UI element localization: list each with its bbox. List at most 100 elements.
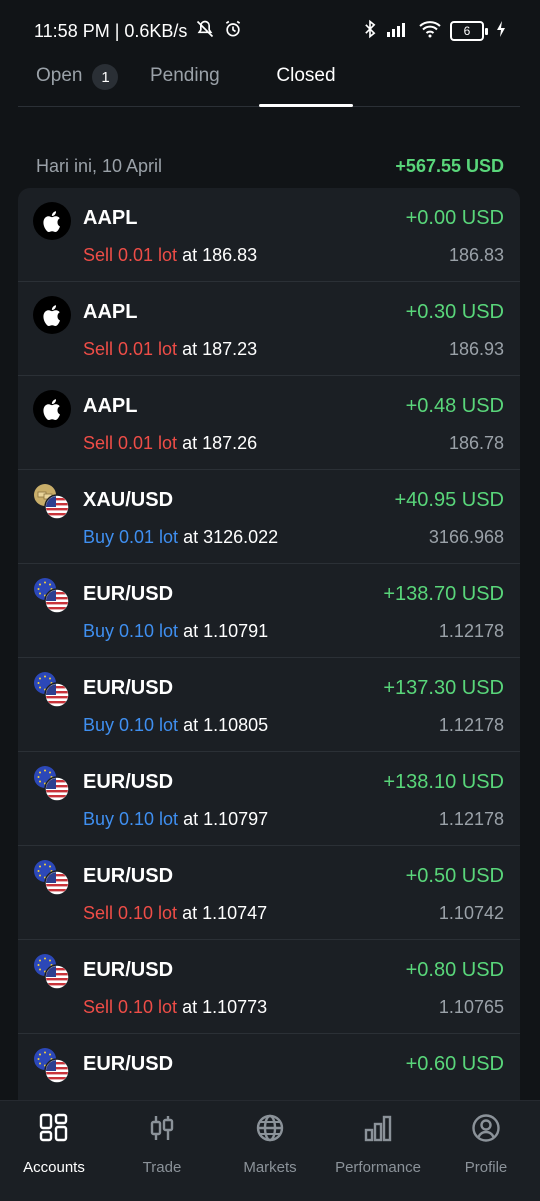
tab-closed[interactable]: Closed: [259, 62, 353, 107]
trade-close-price: 1.12178: [438, 809, 504, 829]
nav-markets-label: Markets: [243, 1159, 297, 1176]
eur-usd-flag-icon: [33, 766, 71, 804]
trade-open-price: at 1.10797: [178, 809, 269, 829]
battery-icon: 6: [450, 21, 488, 41]
nav-accounts-label: Accounts: [23, 1159, 85, 1176]
apple-icon: [33, 296, 71, 334]
trade-side: Sell 0.10 lot: [83, 903, 178, 923]
tab-pending[interactable]: Pending: [150, 62, 242, 106]
trade-symbol: EUR/USD: [83, 583, 174, 605]
trade-pnl: +0.60 USD: [405, 1053, 504, 1075]
status-right: 6: [362, 19, 506, 44]
date-label: Hari ini, 10 April: [36, 155, 163, 176]
trade-symbol: EUR/USD: [83, 771, 174, 793]
gold-usd-flag-icon: [33, 484, 71, 522]
trade-open-price: at 1.10791: [178, 621, 269, 641]
tab-pending-label: Pending: [150, 65, 220, 86]
trade-close-price: 3166.968: [428, 527, 504, 547]
trade-open-price: at 186.83: [177, 245, 258, 265]
eur-usd-flag-icon: [33, 860, 71, 898]
trade-open-price: at 1.10747: [177, 903, 268, 923]
trade-side: Buy 0.10 lot: [83, 621, 179, 641]
trade-detail: Buy 0.01 lot at 3126.022: [83, 527, 278, 548]
trade-row[interactable]: AAPL +0.00 USD Sell 0.01 lot at 186.83 1…: [18, 188, 520, 282]
trade-open-price: at 3126.022: [178, 527, 279, 547]
trade-row[interactable]: EUR/USD +138.70 USD Buy 0.10 lot at 1.10…: [18, 564, 520, 658]
bluetooth-icon: [362, 19, 378, 44]
trade-symbol: AAPL: [83, 395, 138, 417]
nav-profile[interactable]: Profile: [432, 1101, 540, 1201]
charging-icon: [496, 20, 506, 43]
open-count-badge: 1: [92, 64, 119, 90]
trade-row[interactable]: EUR/USD +0.80 USD Sell 0.10 lot at 1.107…: [18, 940, 520, 1034]
tab-closed-label: Closed: [276, 65, 336, 86]
trade-pnl: +138.70 USD: [383, 583, 504, 605]
trade-side: Buy 0.10 lot: [83, 809, 179, 829]
trade-pnl: +137.30 USD: [383, 677, 504, 699]
bottom-nav: Accounts Trade Markets Performance Profi…: [0, 1100, 540, 1201]
trade-detail: Sell 0.01 lot at 187.23: [83, 339, 257, 360]
apple-icon: [33, 202, 71, 240]
tab-open[interactable]: Open 1: [36, 62, 150, 106]
nav-trade[interactable]: Trade: [108, 1101, 216, 1201]
trade-close-price: 186.83: [448, 245, 504, 265]
trade-symbol: EUR/USD: [83, 959, 174, 981]
trade-row[interactable]: AAPL +0.48 USD Sell 0.01 lot at 187.26 1…: [18, 376, 520, 470]
nav-performance-label: Performance: [335, 1159, 421, 1176]
trade-side: Sell 0.01 lot: [83, 339, 178, 359]
nav-profile-label: Profile: [464, 1159, 508, 1176]
trade-pnl: +0.30 USD: [405, 301, 504, 323]
trade-open-price: at 1.10773: [177, 997, 268, 1017]
trade-symbol: AAPL: [83, 207, 138, 229]
trade-row[interactable]: EUR/USD +0.50 USD Sell 0.10 lot at 1.107…: [18, 846, 520, 940]
trade-row[interactable]: EUR/USD +137.30 USD Buy 0.10 lot at 1.10…: [18, 658, 520, 752]
trade-detail: Buy 0.10 lot at 1.10797: [83, 809, 268, 830]
eur-usd-flag-icon: [33, 672, 71, 710]
nav-markets[interactable]: Markets: [216, 1101, 324, 1201]
trade-detail: Buy 0.10 lot at 1.10805: [83, 715, 268, 736]
trade-detail: Sell 0.01 lot at 186.83: [83, 245, 257, 266]
trade-pnl: +0.00 USD: [405, 207, 504, 229]
accounts-grid-icon: [39, 1111, 69, 1145]
trade-symbol: EUR/USD: [83, 865, 174, 887]
trade-pnl: +40.95 USD: [394, 489, 504, 511]
eur-usd-flag-icon: [33, 1048, 71, 1086]
alarm-icon: [223, 19, 243, 44]
user-circle-icon: [471, 1111, 501, 1145]
trade-open-price: at 1.10805: [178, 715, 269, 735]
trade-close-price: 186.93: [448, 339, 504, 359]
trade-side: Sell 0.01 lot: [83, 433, 178, 453]
position-tabs: Open 1 Pending Closed: [18, 62, 520, 107]
eur-usd-flag-icon: [33, 578, 71, 616]
eur-usd-flag-icon: [33, 954, 71, 992]
trade-detail: Sell 0.10 lot at 1.10773: [83, 997, 267, 1018]
status-bar: 11:58 PM | 0.6KB/s 6: [0, 0, 540, 62]
trade-detail: Sell 0.01 lot at 187.26: [83, 433, 257, 454]
trade-open-price: at 187.23: [177, 339, 258, 359]
trade-row[interactable]: EUR/USD +138.10 USD Buy 0.10 lot at 1.10…: [18, 752, 520, 846]
status-time-speed: 11:58 PM | 0.6KB/s: [34, 20, 188, 41]
trade-row[interactable]: AAPL +0.30 USD Sell 0.01 lot at 187.23 1…: [18, 282, 520, 376]
status-left: 11:58 PM | 0.6KB/s: [34, 19, 243, 44]
trade-pnl: +138.10 USD: [383, 771, 504, 793]
nav-performance[interactable]: Performance: [324, 1101, 432, 1201]
closed-trades-list: AAPL +0.00 USD Sell 0.01 lot at 186.83 1…: [18, 188, 520, 1118]
nav-accounts[interactable]: Accounts: [0, 1101, 108, 1201]
bar-chart-icon: [363, 1111, 393, 1145]
trade-open-price: at 187.26: [177, 433, 258, 453]
trade-pnl: +0.48 USD: [405, 395, 504, 417]
signal-icon: [386, 20, 410, 43]
trade-row[interactable]: XAU/USD +40.95 USD Buy 0.01 lot at 3126.…: [18, 470, 520, 564]
trade-pnl: +0.50 USD: [405, 865, 504, 887]
wifi-icon: [418, 20, 442, 43]
globe-icon: [255, 1111, 285, 1145]
trade-side: Sell 0.01 lot: [83, 245, 178, 265]
mute-icon: [195, 19, 215, 44]
trade-close-price: 186.78: [448, 433, 504, 453]
trade-side: Buy 0.10 lot: [83, 715, 179, 735]
apple-icon: [33, 390, 71, 428]
trade-side: Sell 0.10 lot: [83, 997, 178, 1017]
candlestick-icon: [147, 1111, 177, 1145]
trade-symbol: EUR/USD: [83, 677, 174, 699]
trade-detail: Sell 0.10 lot at 1.10747: [83, 903, 267, 924]
